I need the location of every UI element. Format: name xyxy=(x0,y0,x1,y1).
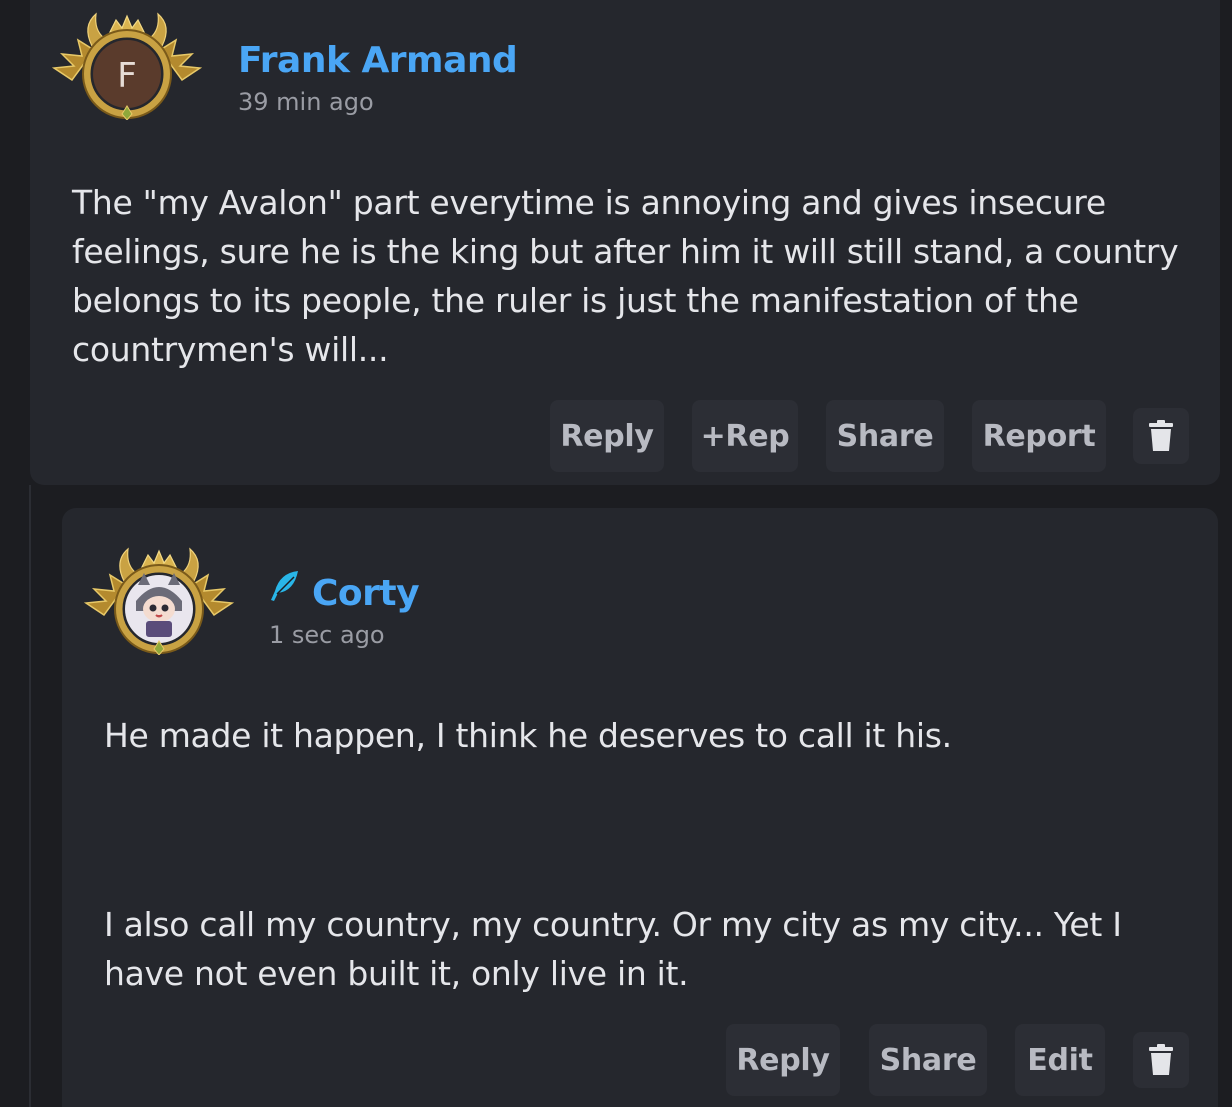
author-name[interactable]: Corty xyxy=(312,573,420,614)
gold-frame-avatar-icon: F xyxy=(52,12,202,120)
author-name[interactable]: Frank Armand xyxy=(238,40,518,81)
trash-icon xyxy=(1149,1044,1173,1075)
avatar[interactable] xyxy=(84,545,234,655)
trash-icon xyxy=(1149,420,1173,451)
feather-icon xyxy=(271,571,298,601)
report-button[interactable]: Report xyxy=(972,400,1106,472)
gold-frame-avatar-icon xyxy=(84,547,234,655)
comment-timestamp: 1 sec ago xyxy=(269,621,385,649)
comment-thread: F Frank Armand 39 min ago The "my Avalon… xyxy=(0,0,1232,1107)
delete-button[interactable] xyxy=(1133,408,1189,464)
comment-timestamp: 39 min ago xyxy=(238,88,374,116)
avatar[interactable]: F xyxy=(52,10,202,120)
edit-button[interactable]: Edit xyxy=(1015,1024,1105,1096)
comment-paragraph: He made it happen, I think he deserves t… xyxy=(104,716,952,755)
share-button[interactable]: Share xyxy=(869,1024,987,1096)
reply-button[interactable]: Reply xyxy=(726,1024,840,1096)
comment-body: The "my Avalon" part everytime is annoyi… xyxy=(72,183,1179,369)
avatar-initial: F xyxy=(117,56,137,96)
comment-paragraph: I also call my country, my country. Or m… xyxy=(104,905,1122,993)
thread-line xyxy=(29,485,31,1107)
reply-button[interactable]: Reply xyxy=(550,400,664,472)
reply-card xyxy=(62,508,1218,1107)
delete-button[interactable] xyxy=(1133,1032,1189,1088)
rep-button[interactable]: +Rep xyxy=(692,400,798,472)
share-button[interactable]: Share xyxy=(826,400,944,472)
